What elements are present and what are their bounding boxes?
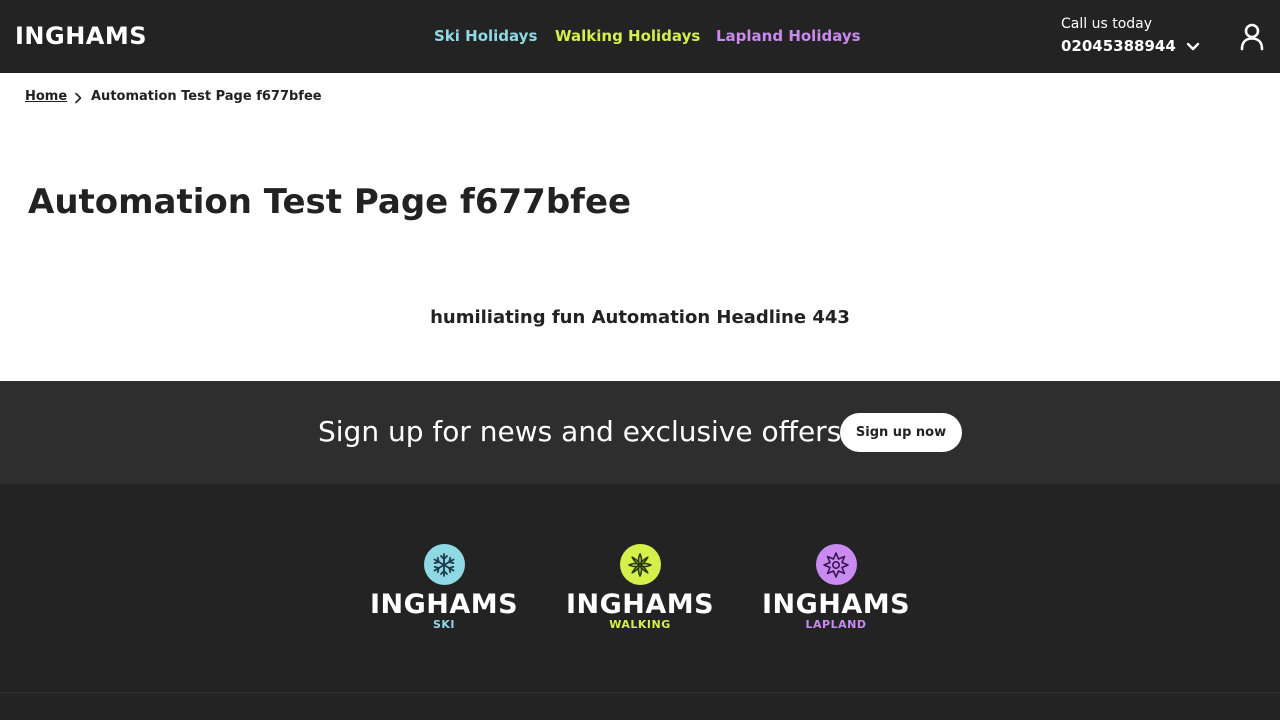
- footer-divider: [0, 692, 1280, 693]
- phone-number[interactable]: 02045388944: [1061, 37, 1176, 55]
- brand-ski[interactable]: INGHAMS SKI: [364, 544, 524, 631]
- brand-lapland[interactable]: INGHAMS LAPLAND: [756, 544, 916, 631]
- flower-icon: [619, 544, 661, 585]
- snowflake-icon: [423, 544, 465, 585]
- star-icon: [815, 544, 857, 585]
- breadcrumb-home[interactable]: Home: [25, 89, 67, 104]
- brand-name: INGHAMS: [369, 589, 519, 620]
- breadcrumb-current: Automation Test Page f677bfee: [91, 89, 322, 104]
- brand-name: INGHAMS: [761, 589, 911, 620]
- brand-sub: LAPLAND: [805, 618, 867, 631]
- chevron-down-icon[interactable]: [1186, 42, 1200, 52]
- user-icon[interactable]: [1239, 23, 1265, 51]
- content-headline: humiliating fun Automation Headline 443: [430, 307, 850, 328]
- call-label: Call us today: [1061, 16, 1153, 32]
- nav-ski-holidays[interactable]: Ski Holidays: [434, 27, 537, 45]
- newsletter-signup: Sign up for news and exclusive offers Si…: [0, 381, 1280, 484]
- call-us[interactable]: Call us today 02045388944: [1061, 16, 1176, 56]
- brand-sub: WALKING: [609, 618, 671, 631]
- nav-lapland-holidays[interactable]: Lapland Holidays: [716, 27, 861, 45]
- breadcrumb: Home Automation Test Page f677bfee: [25, 89, 322, 107]
- chevron-right-icon: [75, 92, 82, 104]
- nav-walking-holidays[interactable]: Walking Holidays: [555, 27, 700, 45]
- sign-up-button[interactable]: Sign up now: [840, 413, 962, 452]
- brand-walking[interactable]: INGHAMS WALKING: [560, 544, 720, 631]
- brand-sub: SKI: [432, 618, 456, 631]
- site-header: INGHAMS Ski Holidays Walking Holidays La…: [0, 0, 1280, 73]
- brand-name: INGHAMS: [565, 589, 715, 620]
- page-title: Automation Test Page f677bfee: [28, 182, 632, 222]
- site-footer: INGHAMS SKI INGHAMS WALKING INGHAMS LAPL…: [0, 484, 1280, 720]
- signup-text: Sign up for news and exclusive offers: [318, 415, 842, 448]
